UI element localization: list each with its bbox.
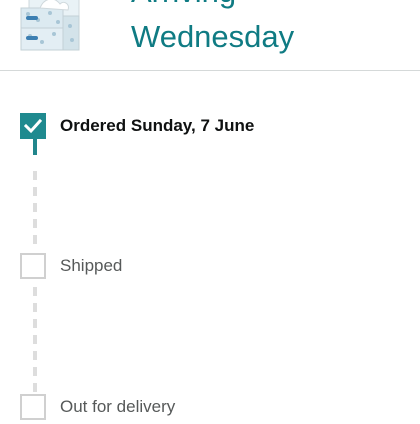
- tissue-box-icon: [20, 0, 80, 51]
- product-thumbnail[interactable]: [20, 0, 80, 52]
- headline-line-1: Arriving: [131, 0, 294, 14]
- delivery-header: Arriving Wednesday: [0, 0, 420, 71]
- tracker-progress-line: [33, 139, 37, 155]
- tracker-pending-line: [33, 287, 37, 393]
- step-label-out-for-delivery: Out for delivery: [60, 397, 176, 416]
- step-label-shipped: Shipped: [60, 256, 123, 275]
- checkmark-icon: [24, 118, 42, 134]
- step-checkbox-unchecked: [20, 253, 46, 279]
- step-checkbox-checked: [20, 113, 46, 139]
- step-checkbox-unchecked: [20, 394, 46, 420]
- delivery-headline: Arriving Wednesday: [131, 0, 294, 59]
- shipment-tracker: Ordered Sunday, 7 June Shipped Out for d…: [0, 71, 420, 420]
- step-label-ordered: Ordered Sunday, 7 June: [60, 116, 255, 135]
- tracker-pending-line: [33, 171, 37, 246]
- headline-line-2: Wednesday: [131, 19, 295, 54]
